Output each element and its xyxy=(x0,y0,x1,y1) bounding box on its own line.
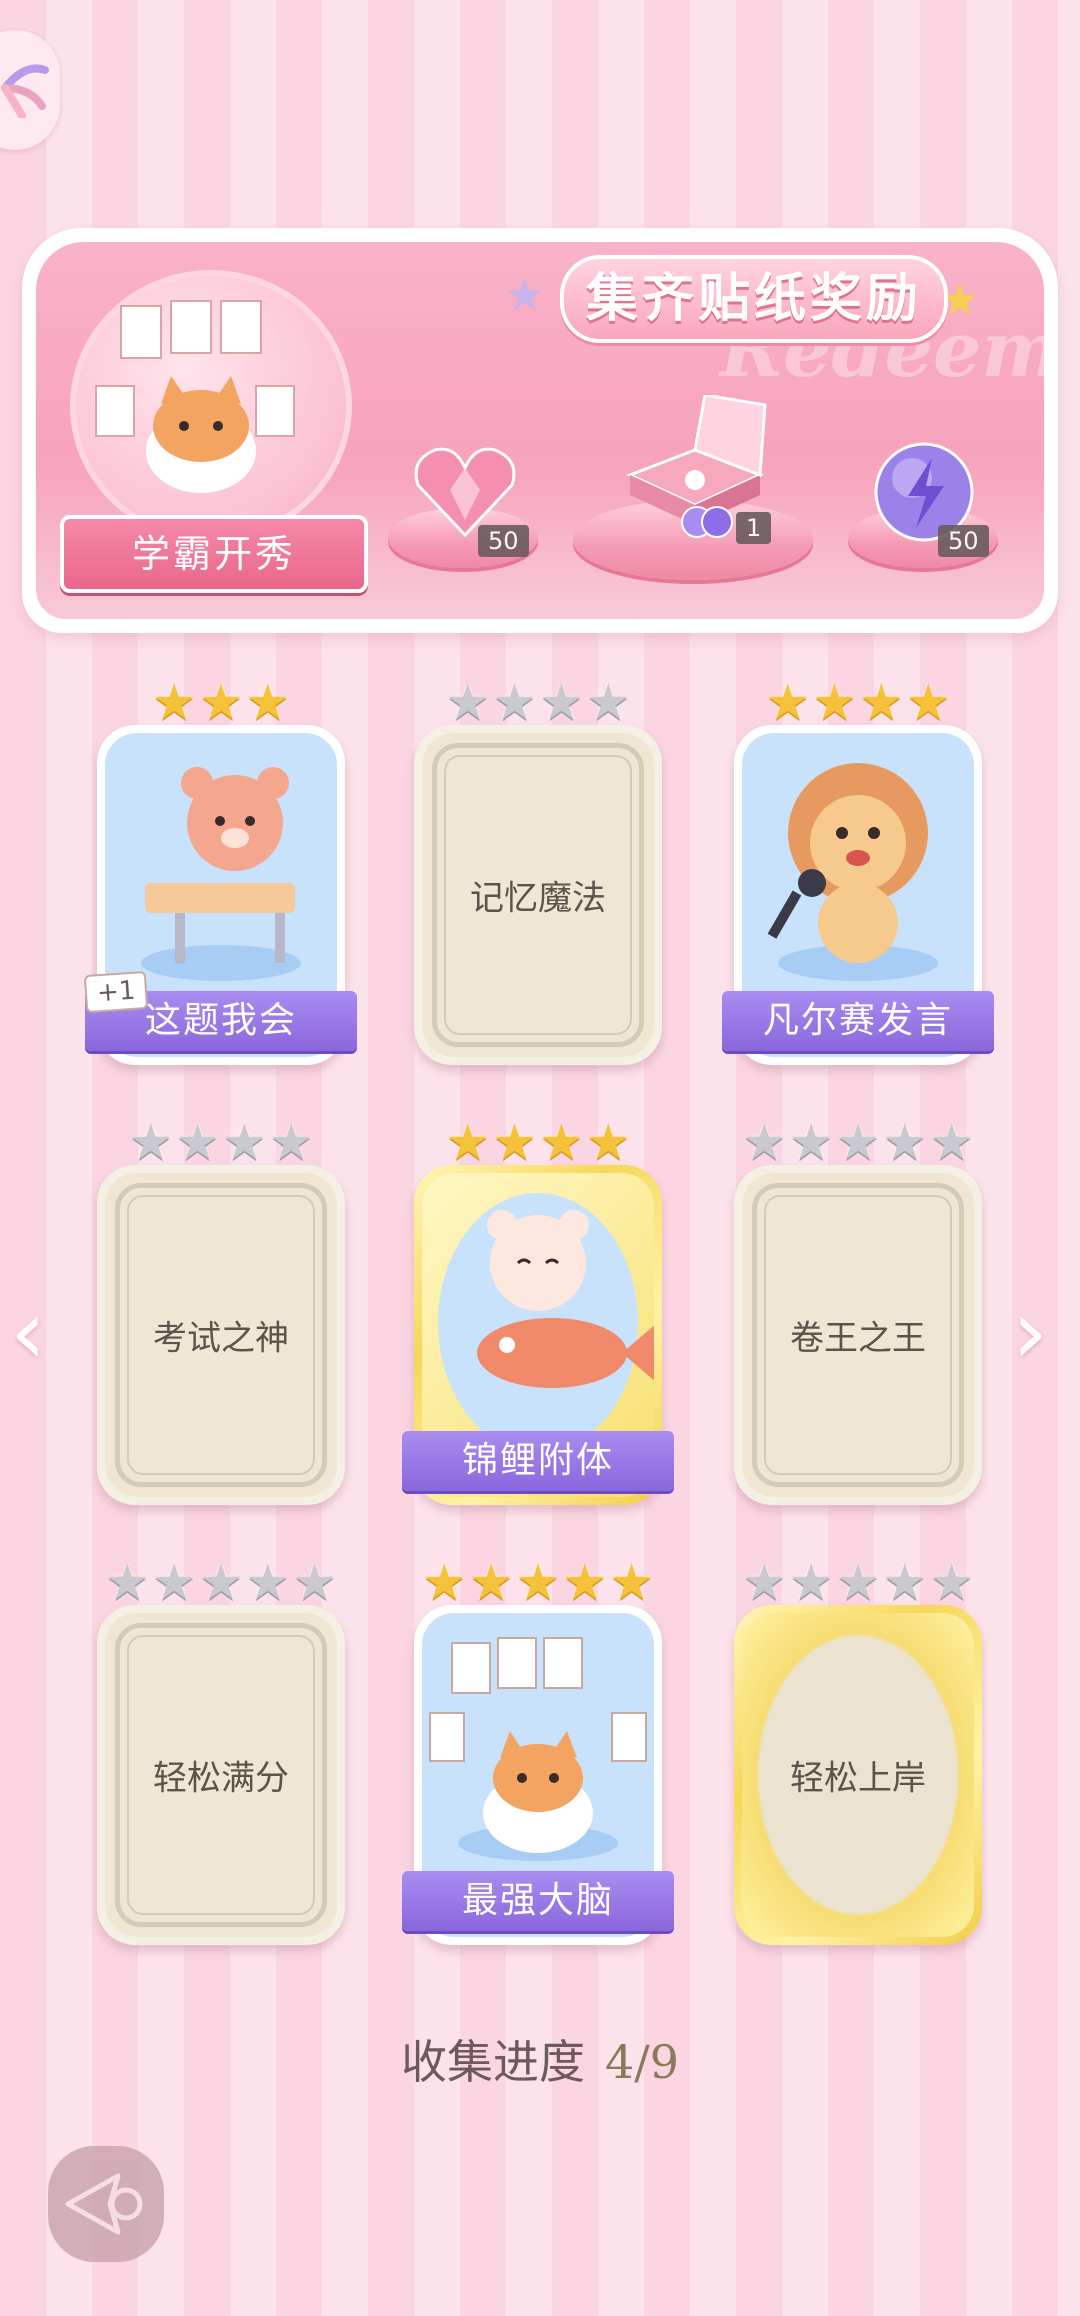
star-rating: ★ ★ ★ ★ ★ xyxy=(394,1557,682,1607)
purple-coin-icon xyxy=(680,505,734,543)
sticker-card[interactable]: 记忆魔法 ★ ★ ★ ★ xyxy=(414,677,662,1065)
star-rating: ★ ★ ★ ★ ★ xyxy=(77,1557,365,1607)
fan-menu-icon xyxy=(1,64,49,118)
star-rating: ★ ★ ★ ★ xyxy=(77,1117,365,1167)
star-rating: ★ ★ ★ ★ xyxy=(394,1117,682,1167)
star-empty-icon: ★ xyxy=(835,1113,881,1171)
star-filled-icon: ★ xyxy=(515,1553,561,1611)
previous-page-arrow[interactable]: ‹ xyxy=(10,1280,46,1385)
sticker-name-ribbon: 锦鲤附体 xyxy=(402,1431,674,1491)
sticker-illustration xyxy=(438,1193,654,1453)
sparkle-icon: ★ xyxy=(505,270,545,321)
sticker-card[interactable]: 这题我会 +1 ★ ★ ★ xyxy=(83,677,357,1065)
star-empty-icon: ★ xyxy=(128,1113,174,1171)
sticker-card[interactable]: 凡尔赛发言 ★ ★ ★ ★ xyxy=(722,677,994,1065)
reward-count: 1 xyxy=(736,512,772,544)
sticker-locked-title: 考试之神 xyxy=(153,1318,289,1359)
sticker-illustration xyxy=(141,767,301,981)
progress-value: 4/9 xyxy=(604,2035,680,2089)
sticker-name-ribbon: 最强大脑 xyxy=(402,1871,674,1931)
star-rating: ★ ★ ★ ★ ★ xyxy=(714,1117,1002,1167)
featured-sticker-label: 学霸开秀 xyxy=(60,515,368,593)
star-empty-icon: ★ xyxy=(222,1113,267,1171)
star-empty-icon: ★ xyxy=(835,1553,881,1611)
star-empty-icon: ★ xyxy=(788,1113,834,1171)
star-empty-icon: ★ xyxy=(539,673,584,731)
sticker-card[interactable]: 轻松上岸 ★ ★ ★ ★ ★ xyxy=(734,1557,982,1945)
star-filled-icon: ★ xyxy=(609,1553,655,1611)
featured-sticker-bubble[interactable] xyxy=(70,270,352,542)
star-empty-icon: ★ xyxy=(882,1113,928,1171)
back-arrow-icon xyxy=(65,2173,143,2235)
banner-title: 集齐贴纸奖励 xyxy=(560,255,948,343)
star-empty-icon: ★ xyxy=(245,1553,291,1611)
star-empty-icon: ★ xyxy=(929,1553,975,1611)
sticker-card[interactable]: 轻松满分 ★ ★ ★ ★ ★ xyxy=(97,1557,345,1945)
star-rating: ★ ★ ★ ★ ★ xyxy=(714,1557,1002,1607)
menu-button[interactable] xyxy=(0,30,60,150)
new-sticker-badge: +1 xyxy=(83,970,149,1014)
sticker-locked-title: 记忆魔法 xyxy=(470,878,606,919)
next-page-arrow[interactable]: › xyxy=(1012,1280,1048,1385)
star-empty-icon: ★ xyxy=(104,1553,150,1611)
sticker-locked-title: 轻松满分 xyxy=(153,1758,289,1799)
star-empty-icon: ★ xyxy=(929,1113,975,1171)
star-filled-icon: ★ xyxy=(859,673,904,731)
sticker-illustration xyxy=(429,1637,647,1861)
star-empty-icon: ★ xyxy=(151,1553,197,1611)
star-empty-icon: ★ xyxy=(198,1553,244,1611)
reward-count: 50 xyxy=(938,525,989,557)
reward-count: 50 xyxy=(478,525,529,557)
sticker-card[interactable]: 锦鲤附体 ★ ★ ★ ★ xyxy=(402,1117,674,1505)
star-rating: ★ ★ ★ ★ xyxy=(394,677,682,727)
sticker-illustration xyxy=(767,763,938,981)
star-empty-icon: ★ xyxy=(741,1553,787,1611)
star-filled-icon: ★ xyxy=(905,673,951,731)
star-filled-icon: ★ xyxy=(765,673,811,731)
star-empty-icon: ★ xyxy=(492,673,537,731)
star-empty-icon: ★ xyxy=(268,1113,314,1171)
star-filled-icon: ★ xyxy=(445,1113,491,1171)
star-filled-icon: ★ xyxy=(585,1113,631,1171)
star-filled-icon: ★ xyxy=(468,1553,514,1611)
sticker-card[interactable]: 最强大脑 ★ ★ ★ ★ ★ xyxy=(402,1557,674,1945)
progress-label: 收集进度 xyxy=(400,2035,585,2089)
star-empty-icon: ★ xyxy=(882,1553,928,1611)
sticker-locked-title: 轻松上岸 xyxy=(790,1758,926,1799)
star-empty-icon: ★ xyxy=(175,1113,220,1171)
sticker-card[interactable]: 考试之神 ★ ★ ★ ★ xyxy=(97,1117,345,1505)
collection-progress: 收集进度 4/9 xyxy=(0,2026,1080,2092)
star-empty-icon: ★ xyxy=(788,1553,834,1611)
sticker-card[interactable]: 卷王之王 ★ ★ ★ ★ ★ xyxy=(734,1117,982,1505)
back-button[interactable] xyxy=(48,2146,164,2262)
star-filled-icon: ★ xyxy=(812,673,857,731)
star-empty-icon: ★ xyxy=(292,1553,338,1611)
star-filled-icon: ★ xyxy=(539,1113,584,1171)
star-filled-icon: ★ xyxy=(198,673,244,731)
star-empty-icon: ★ xyxy=(445,673,491,731)
star-empty-icon: ★ xyxy=(741,1113,787,1171)
sticker-locked-title: 卷王之王 xyxy=(790,1318,926,1359)
star-filled-icon: ★ xyxy=(492,1113,537,1171)
cat-with-papers-icon xyxy=(95,300,295,493)
star-rating: ★ ★ ★ xyxy=(77,677,365,727)
star-rating: ★ ★ ★ ★ xyxy=(714,677,1002,727)
star-filled-icon: ★ xyxy=(245,673,291,731)
star-filled-icon: ★ xyxy=(151,673,197,731)
sticker-name-ribbon: 凡尔赛发言 xyxy=(722,991,994,1051)
star-filled-icon: ★ xyxy=(562,1553,608,1611)
star-empty-icon: ★ xyxy=(585,673,631,731)
star-filled-icon: ★ xyxy=(421,1553,467,1611)
